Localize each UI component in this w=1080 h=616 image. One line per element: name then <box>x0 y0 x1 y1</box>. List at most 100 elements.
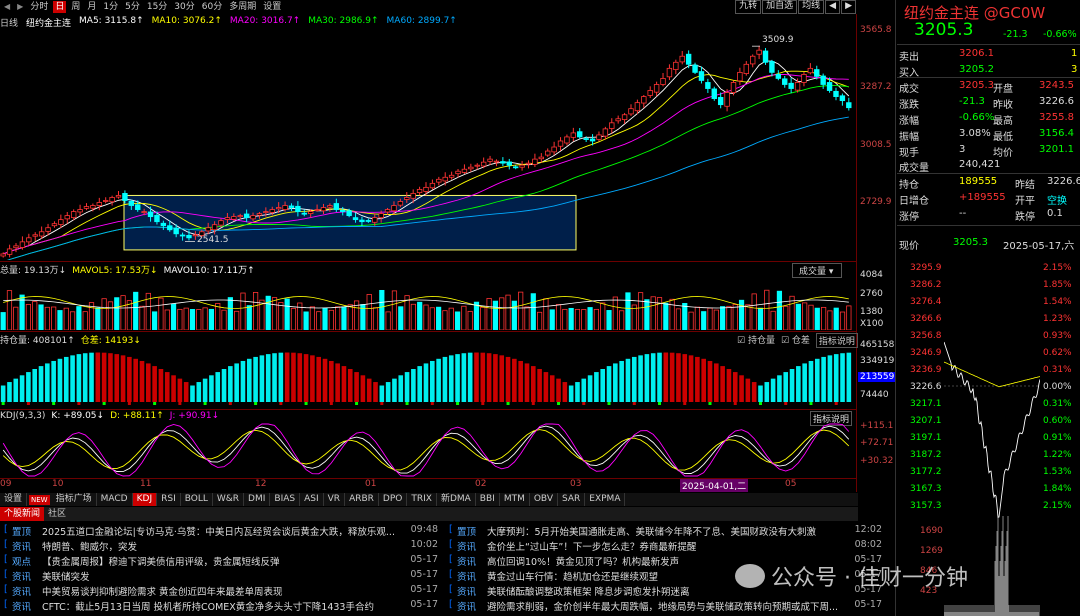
volume-bar <box>650 296 656 330</box>
news-item[interactable]: [资讯 金价坐上“过山车”！下一步怎么走？券商最新提醒 08:02 <box>449 539 882 552</box>
indicator-plaza-tab[interactable]: 指标广场 <box>52 493 97 506</box>
period-tab[interactable]: 5分 <box>123 1 142 13</box>
indicator-tab[interactable]: TRIX <box>407 493 437 506</box>
chart-option-button[interactable]: ▶ <box>841 0 856 14</box>
intraday-price-label: 3226.6 <box>910 382 942 392</box>
oi-diff-bar <box>531 402 535 405</box>
oi-bar <box>505 356 511 402</box>
news-item[interactable]: [资讯 避险需求削弱，金价创半年最大周跌幅，地缘局势与美联储政策转向预期或成下周.… <box>449 599 882 612</box>
indicator-tab[interactable]: W&R <box>213 493 245 506</box>
indicator-tab[interactable]: DPO <box>379 493 408 506</box>
oi-bar <box>739 375 744 402</box>
candle-body <box>730 82 737 93</box>
volume-bar <box>32 301 38 330</box>
intraday-price-label: 3236.9 <box>910 365 942 375</box>
news-item[interactable]: [置顶 大摩预判：5月开始美国通胀走高、美联储今年降不了息、美国财政没有大刺激 12… <box>449 524 882 537</box>
news-title: 避险需求削弱，金价创半年最大周跌幅，地缘局势与美联储政策转向预期或成下周... <box>487 602 839 612</box>
chart-option-button[interactable]: ◀ <box>825 0 841 14</box>
period-tab[interactable]: 周 <box>69 1 82 13</box>
oi-bar <box>259 355 265 402</box>
volume-bar <box>808 304 814 330</box>
chart-option-button[interactable]: 加自选 <box>762 0 798 14</box>
oi-bar <box>625 358 631 402</box>
candle-body <box>506 161 512 166</box>
date-axis-label: 05 <box>785 479 797 489</box>
stat-label: 均价 <box>993 148 1013 159</box>
period-tab[interactable]: 分时 <box>28 1 50 13</box>
news-bracket: [ <box>449 554 453 565</box>
indicator-tab[interactable]: BOLL <box>181 493 213 506</box>
indicator-tab[interactable]: VR <box>324 493 346 506</box>
news-item[interactable]: [资讯 美联储突发 05-17 <box>4 569 438 582</box>
indicator-settings-tab[interactable]: 设置 <box>0 493 28 506</box>
news-item[interactable]: [资讯 特朗普、鲍威尔，突发 10:02 <box>4 539 438 552</box>
period-tab[interactable]: 15分 <box>145 1 169 13</box>
intraday-price-label: 3177.2 <box>910 467 942 477</box>
candle-body <box>782 78 788 85</box>
candle-body <box>628 108 634 115</box>
news-bracket: [ <box>4 569 8 580</box>
oi-diff-bar <box>607 402 611 405</box>
news-item[interactable]: [资讯 CFTC：截止5月13日当周 投机者所持COMEX黄金净多头头寸下降143… <box>4 599 438 612</box>
oi-bar <box>575 382 580 402</box>
indicator-tab[interactable]: ASI <box>300 493 324 506</box>
indicator-tab[interactable]: BBI <box>476 493 500 506</box>
indicator-tab[interactable]: KDJ <box>132 493 158 506</box>
volume-bar <box>183 307 189 330</box>
period-tab[interactable]: 月 <box>85 1 98 13</box>
period-tab[interactable]: 60分 <box>200 1 224 13</box>
volume-bar <box>120 295 126 330</box>
candle-body <box>705 82 711 89</box>
news-tab[interactable]: 社区 <box>44 507 70 521</box>
oi-diff-bar <box>632 402 636 405</box>
indicator-tab[interactable]: OBV <box>530 493 558 506</box>
candlestick-chart[interactable] <box>0 28 856 260</box>
toolbar-prev-icon[interactable]: ◀ <box>2 1 12 13</box>
indicator-tab[interactable]: EXPMA <box>585 493 626 506</box>
period-tab[interactable]: 30分 <box>172 1 196 13</box>
price-axis-label: 2729.9 <box>860 197 892 207</box>
period-tab[interactable]: 日 <box>53 1 67 13</box>
candle-body <box>147 211 154 218</box>
news-item[interactable]: [观点 【贵金属周报】穆迪下调美债信用评级，贵金属短线反弹 05-17 <box>4 554 438 567</box>
date-axis-label: 12 <box>255 479 267 489</box>
oi-bar <box>701 358 706 402</box>
news-tab[interactable]: 个股新闻 <box>0 507 45 521</box>
period-tabs: 分时日周月 1分 5分 15分 30分 60分 多周期 设置 <box>28 1 283 13</box>
news-item[interactable]: [资讯 中美贸易谈判抑制避险需求 黄金创近四年来最差单周表现 05-17 <box>4 584 438 597</box>
intraday-price-label: 3187.2 <box>910 450 942 460</box>
chart-option-button[interactable]: 均线 <box>798 0 825 14</box>
indicator-tab[interactable]: 新DMA <box>437 493 476 506</box>
chart-option-button[interactable]: 九转 <box>735 0 762 14</box>
oi-bar <box>284 352 290 402</box>
period-tab[interactable]: 多周期 <box>227 1 258 13</box>
period-tab[interactable]: 设置 <box>261 1 283 13</box>
volume-bar <box>328 309 334 330</box>
indicator-tab[interactable]: BIAS <box>270 493 301 506</box>
indicator-tab[interactable]: DMI <box>244 493 271 506</box>
indicator-tab[interactable]: ARBR <box>345 493 379 506</box>
candle-body <box>442 176 448 182</box>
indicator-tab[interactable]: MACD <box>97 493 133 506</box>
oi-bar <box>278 352 284 402</box>
now-date: 2025-05-17,六 <box>1003 241 1075 252</box>
news-item[interactable]: [置顶 2025五道口金融论坛|专访马克·乌赞：中美日内瓦经贸会谈后黄金大跌，释放… <box>4 524 438 537</box>
period-tab[interactable]: 1分 <box>101 1 120 13</box>
indicator-tab[interactable]: SAR <box>558 493 586 506</box>
candle-body <box>102 200 109 202</box>
oi-bar <box>272 353 277 402</box>
toolbar-next-icon[interactable]: ▶ <box>15 1 25 13</box>
volume-bar <box>783 305 789 330</box>
candle-body <box>538 156 545 160</box>
ma30-value: MA30: 2986.9↑ <box>308 16 379 26</box>
candle-body <box>243 213 250 219</box>
news-bracket: [ <box>449 524 453 535</box>
candle-body <box>372 217 378 223</box>
intraday-avg-line <box>944 361 1040 388</box>
news-category: 资讯 <box>12 587 32 597</box>
indicator-tab[interactable]: RSI <box>157 493 181 506</box>
volume-bar <box>442 310 448 330</box>
indicator-tab[interactable]: MTM <box>500 493 530 506</box>
oi-diff-bar <box>77 402 81 405</box>
volume-bar <box>486 298 492 330</box>
